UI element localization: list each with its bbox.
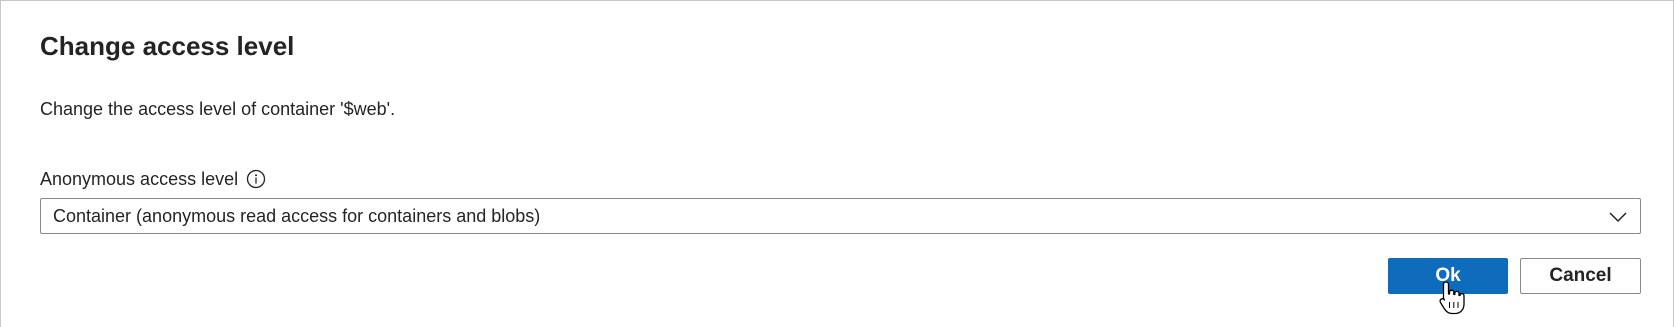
dropdown-selected-value: Container (anonymous read access for con… <box>53 206 541 226</box>
anonymous-access-level-dropdown[interactable]: Container (anonymous read access for con… <box>40 198 1641 234</box>
anonymous-access-level-label: Anonymous access level <box>40 169 239 189</box>
cancel-button[interactable]: Cancel <box>1520 258 1641 294</box>
info-icon[interactable] <box>246 169 266 189</box>
chevron-down-icon <box>1608 208 1628 226</box>
ok-button[interactable]: Ok <box>1388 258 1508 294</box>
dialog-title: Change access level <box>40 31 295 61</box>
anonymous-access-label-row: Anonymous access level <box>40 167 266 191</box>
dialog-description: Change the access level of container '$w… <box>40 99 396 119</box>
change-access-level-dialog: Change access level Change the access le… <box>0 0 1674 327</box>
